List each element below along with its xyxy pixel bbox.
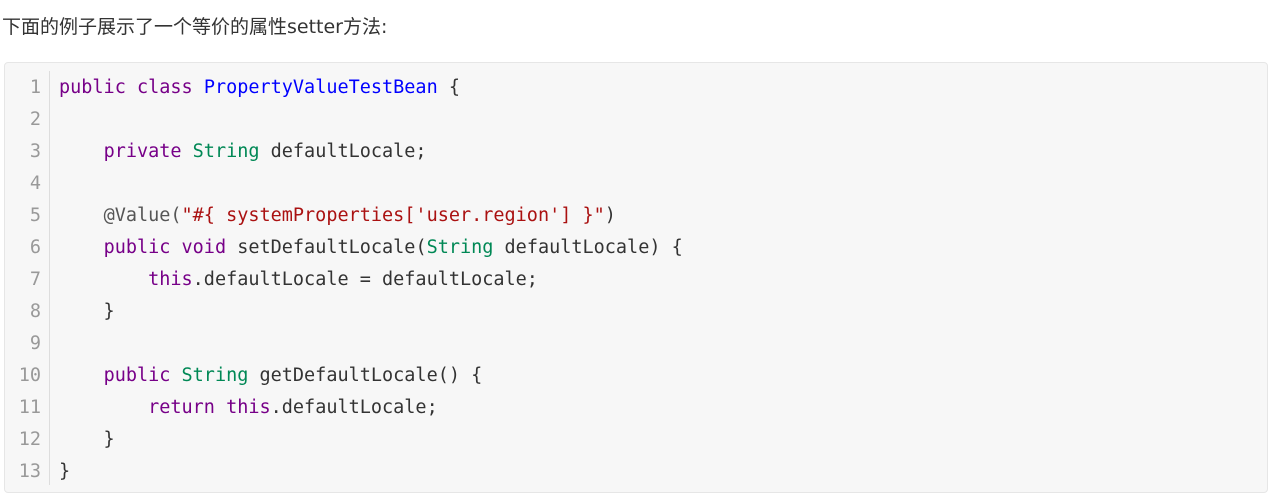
code-token: } [59,460,71,482]
code-text: } [41,429,115,450]
code-token: this [226,396,271,418]
code-token: void [181,236,227,258]
code-token: @Value( [103,204,182,226]
line-number: 2 [29,108,41,130]
code-text: public void setDefaultLocale(String defa… [41,237,683,258]
code-text: public class PropertyValueTestBean { [41,77,460,98]
code-token: { [437,76,460,98]
code-text: public String getDefaultLocale() { [41,364,483,386]
code-token: .defaultLocale; [270,396,438,418]
code-text: @Value("#{ systemProperties['user.region… [41,205,616,226]
code-text: } [41,461,70,482]
code-token: String [181,364,249,386]
line-number: 10 [18,364,41,386]
code-lines: 1 public class PropertyValueTestBean {2 3 … [5,71,1267,487]
line-number: 11 [18,396,41,418]
line-number: 3 [29,140,41,162]
line-number: 9 [29,332,41,354]
code-token: public [103,364,171,386]
code-token: this [148,268,193,290]
line-number: 7 [29,268,41,290]
code-line: 7 this.defaultLocale = defaultLocale; [5,263,1267,295]
code-line: 13} [5,455,1267,487]
code-token: } [59,300,115,322]
line-number: 12 [18,428,41,450]
code-line: 6 public void setDefaultLocale(String de… [5,231,1267,263]
code-line: 12 } [5,423,1267,455]
code-token: "#{ systemProperties['user.region'] }" [181,204,605,226]
line-number: 5 [29,204,41,226]
code-token: String [192,140,260,162]
code-line: 5 @Value("#{ systemProperties['user.regi… [5,199,1267,231]
line-number: 6 [29,236,41,258]
code-token: defaultLocale) { [493,236,683,258]
code-token: PropertyValueTestBean [203,76,438,98]
code-token: private [103,140,182,162]
code-token: setDefaultLocale( [226,236,427,258]
line-number: 8 [29,300,41,322]
code-text: } [41,301,115,322]
code-token: return [148,396,215,418]
code-line: 1 public class PropertyValueTestBean { [5,71,1267,103]
code-text: private String defaultLocale; [41,141,427,162]
code-line: 3 private String defaultLocale; [5,135,1267,167]
code-token: defaultLocale; [259,140,427,162]
code-text: return this.defaultLocale; [41,397,438,418]
code-token: String [426,236,494,258]
intro-paragraph: 下面的例子展示了一个等价的属性setter方法: [2,16,388,38]
code-token: } [59,428,115,450]
code-line: 2 [5,103,1267,135]
code-token: class [136,76,193,98]
code-token: ) [604,204,616,226]
code-line: 10 public String getDefaultLocale() { [5,359,1267,391]
code-block[interactable]: 1 public class PropertyValueTestBean {2 3 … [4,62,1268,493]
code-line: 8 } [5,295,1267,327]
code-line: 9 [5,327,1267,359]
code-line: 4 [5,167,1267,199]
code-token: public [59,76,126,98]
line-number: 1 [29,76,41,98]
code-token: getDefaultLocale() { [248,364,483,386]
line-number: 13 [18,460,41,482]
code-token: .defaultLocale = defaultLocale; [192,268,538,290]
code-text: this.defaultLocale = defaultLocale; [41,269,538,290]
line-number: 4 [29,172,41,194]
code-token: public [103,236,171,258]
page: 下面的例子展示了一个等价的属性setter方法: 1 public class P… [0,0,1279,504]
code-line: 11 return this.defaultLocale; [5,391,1267,423]
